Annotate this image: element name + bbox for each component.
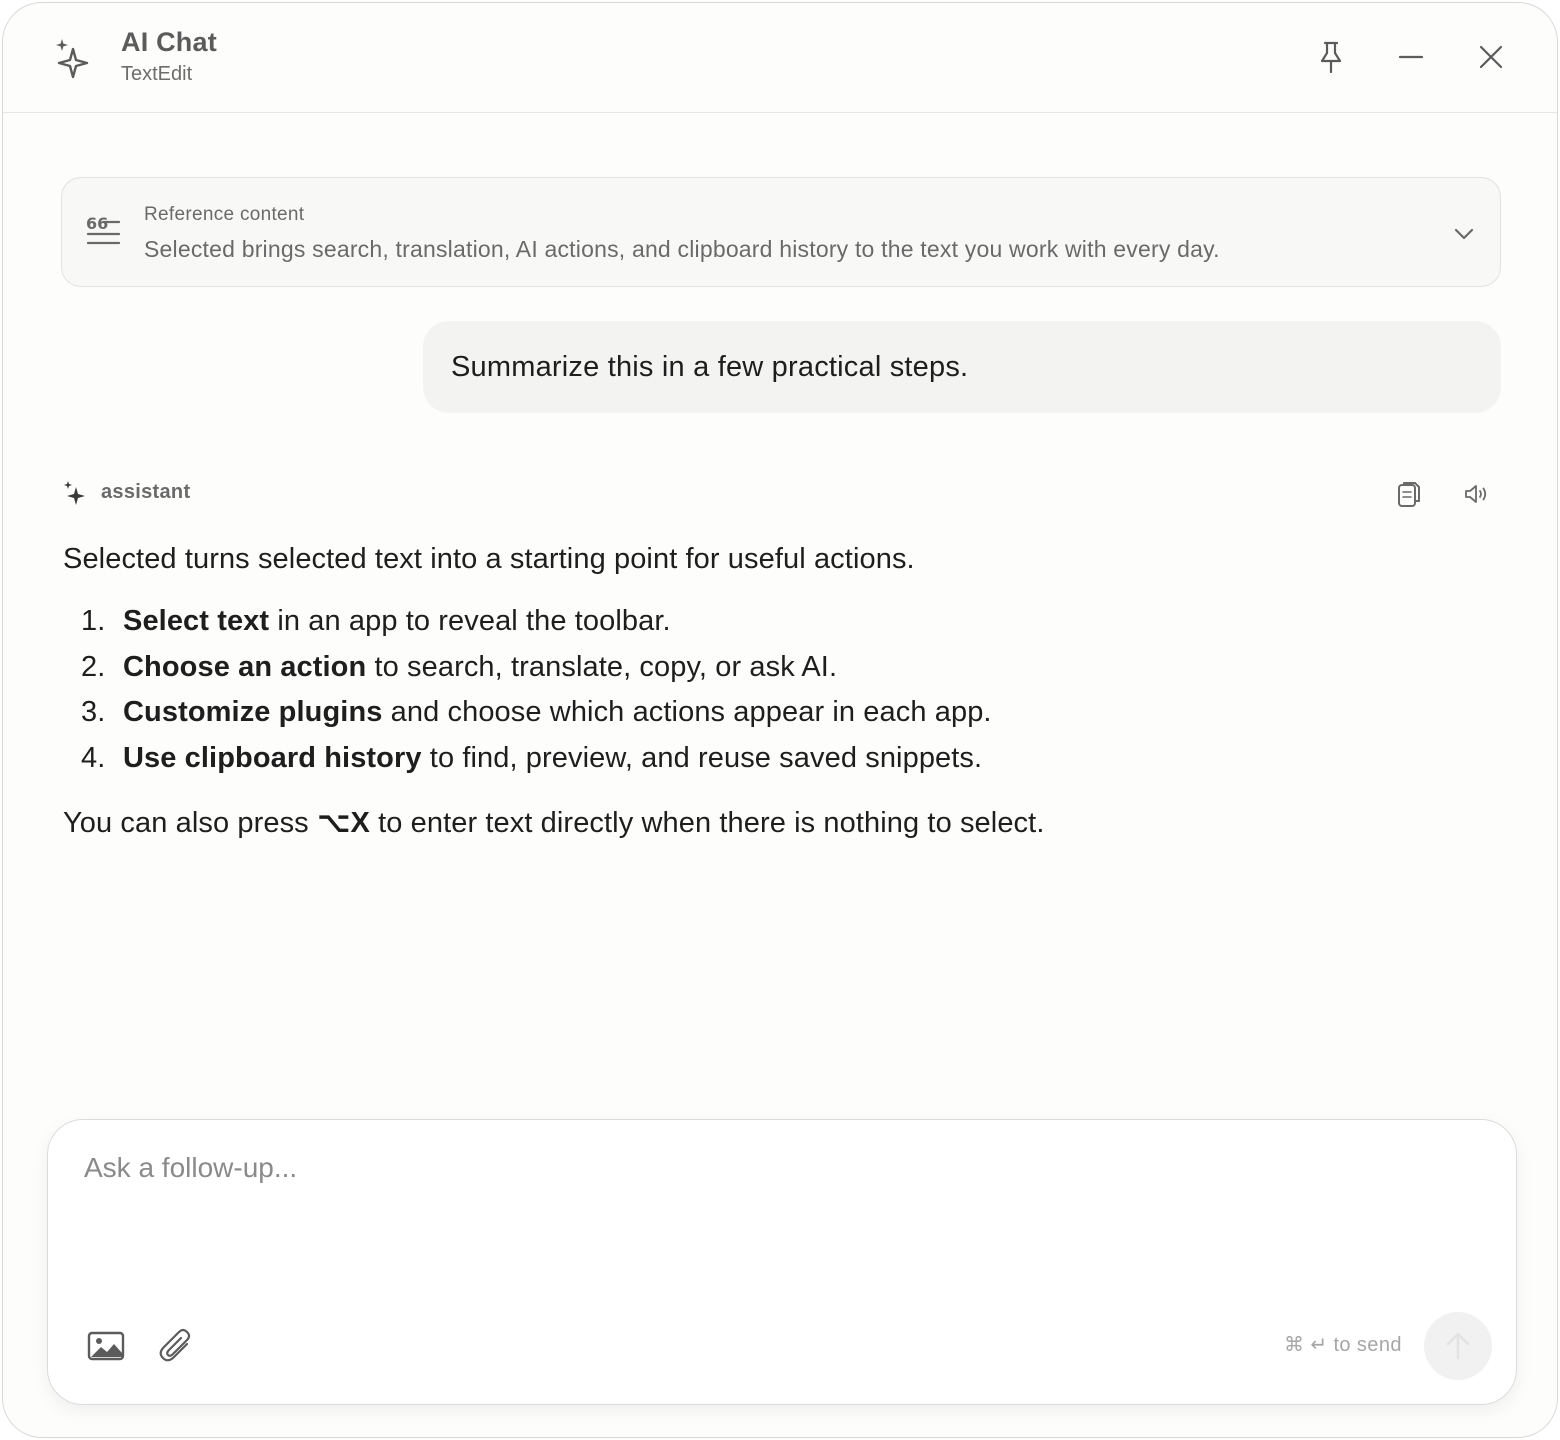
- sparkle-icon: [64, 481, 85, 505]
- keyboard-shortcut: ⌥X: [316, 807, 370, 839]
- attach-file-button[interactable]: [154, 1324, 198, 1368]
- user-message-text: Summarize this in a few practical steps.: [451, 351, 969, 383]
- outro-text-after: to enter text directly when there is not…: [369, 807, 1045, 839]
- pin-button[interactable]: [1311, 37, 1351, 77]
- minimize-icon: [1398, 55, 1424, 59]
- step-number: 2.: [81, 650, 106, 683]
- sparkles-icon: [56, 39, 89, 79]
- user-message-bubble: Summarize this in a few practical steps.: [423, 321, 1501, 413]
- step-text: in an app to reveal the toolbar.: [269, 605, 671, 637]
- pin-icon: [1320, 41, 1342, 74]
- step-text: and choose which actions appear in each …: [382, 696, 992, 729]
- step-title: Choose an action: [123, 650, 367, 683]
- step-number: 3.: [81, 696, 106, 729]
- close-icon: [1479, 45, 1503, 69]
- speaker-icon: [1465, 485, 1487, 503]
- step-number: 4.: [81, 742, 106, 775]
- list-item: 3. Customize plugins and choose which act…: [63, 696, 992, 742]
- paperclip-icon: [159, 1328, 191, 1362]
- message-composer: ⌘ ↵ to send: [47, 1119, 1517, 1405]
- attach-image-button[interactable]: [84, 1324, 128, 1368]
- list-item: 4. Use clipboard history to find, preview…: [63, 742, 992, 788]
- window-title: AI Chat: [121, 27, 217, 57]
- ai-chat-window: AI Chat TextEdit 66 Reference content Se…: [2, 2, 1558, 1438]
- window-header: AI Chat TextEdit: [3, 3, 1557, 113]
- source-app-name: TextEdit: [121, 63, 193, 85]
- step-title: Use clipboard history: [123, 742, 422, 775]
- assistant-role-label: assistant: [101, 481, 191, 503]
- image-icon: [87, 1331, 125, 1361]
- answer-intro: Selected turns selected text into a star…: [63, 543, 915, 575]
- step-text: to find, preview, and reuse saved snippe…: [421, 742, 983, 775]
- copy-icon: [1398, 482, 1420, 507]
- read-aloud-button[interactable]: [1461, 479, 1493, 509]
- minimize-button[interactable]: [1391, 37, 1431, 77]
- reference-label: Reference content: [144, 204, 305, 225]
- step-number: 1.: [81, 605, 106, 637]
- answer-outro: You can also press ⌥X to enter text dire…: [63, 805, 1044, 840]
- send-button[interactable]: [1424, 1312, 1492, 1380]
- step-title: Customize plugins: [123, 696, 383, 729]
- close-button[interactable]: [1471, 37, 1511, 77]
- reference-content-card[interactable]: 66 Reference content Selected brings sea…: [61, 177, 1501, 287]
- steps-list: 1. Select text in an app to reveal the to…: [63, 605, 992, 788]
- copy-button[interactable]: [1393, 479, 1425, 509]
- step-title: Select text: [123, 605, 270, 637]
- chevron-down-icon[interactable]: [1452, 222, 1476, 246]
- quote-icon: 66: [86, 216, 120, 245]
- list-item: 2. Choose an action to search, translate,…: [63, 651, 992, 697]
- svg-text:66: 66: [86, 216, 108, 233]
- outro-text-before: You can also press: [63, 807, 317, 839]
- list-item: 1. Select text in an app to reveal the to…: [63, 605, 992, 651]
- follow-up-input[interactable]: [84, 1148, 1464, 1188]
- send-shortcut-hint: ⌘ ↵ to send: [1284, 1334, 1402, 1356]
- arrow-up-icon: [1446, 1332, 1470, 1360]
- assistant-message-header: assistant: [61, 479, 1501, 509]
- reference-text: Selected brings search, translation, AI …: [144, 236, 1220, 262]
- step-text: to search, translate, copy, or ask AI.: [366, 650, 838, 683]
